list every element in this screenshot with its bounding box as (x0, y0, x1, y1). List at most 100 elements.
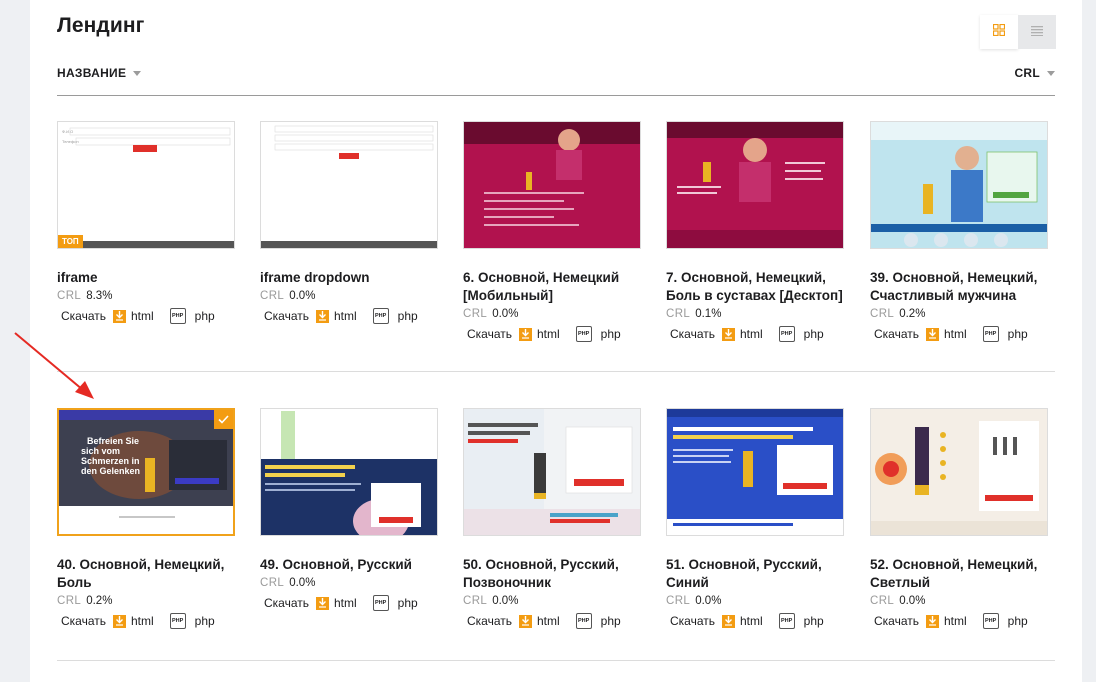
download-html-link[interactable]: html (740, 327, 763, 341)
download-label: Скачать (467, 614, 512, 628)
landing-card: 50. Основной, Русский, Позвоночник CRL 0.… (463, 408, 641, 630)
download-html-link[interactable]: html (334, 596, 357, 610)
download-label: Скачать (61, 614, 106, 628)
landing-name[interactable]: 51. Основной, Русский, Синий (666, 556, 844, 592)
landing-preview-image: Befreien Sie sich vom Schmerzen in den G… (59, 410, 233, 534)
landing-thumbnail[interactable]: Ф.И.О Телефон ТОП (57, 121, 235, 249)
download-php-link[interactable]: php (398, 596, 418, 610)
grid-view-button[interactable] (980, 15, 1018, 49)
download-php-link[interactable]: php (804, 327, 824, 341)
sort-by-crl[interactable]: CRL (1014, 66, 1055, 80)
landing-thumbnail[interactable]: Befreien Sie sich vom Schmerzen in den G… (57, 408, 235, 536)
crl-value: 0.0% (289, 577, 316, 589)
crl-label: CRL (463, 308, 488, 320)
download-php-link[interactable]: php (601, 614, 621, 628)
landing-card: 51. Основной, Русский, Синий CRL 0.0% Ска… (666, 408, 844, 630)
download-html-icon[interactable] (113, 309, 126, 323)
download-html-icon[interactable] (722, 327, 735, 341)
landing-name[interactable]: 39. Основной, Немецкий, Счастливый мужчи… (870, 269, 1048, 305)
landing-name[interactable]: 49. Основной, Русский (260, 556, 438, 574)
download-row: Скачать html PHP php (57, 307, 235, 325)
landing-preview-image (871, 409, 1047, 535)
landing-name[interactable]: 50. Основной, Русский, Позвоночник (463, 556, 641, 592)
php-file-icon[interactable]: PHP (778, 326, 795, 342)
landing-name[interactable]: iframe dropdown (260, 269, 438, 287)
crl-row: CRL 0.1% (666, 305, 844, 323)
landing-thumbnail[interactable] (463, 121, 641, 249)
landing-thumbnail[interactable] (666, 121, 844, 249)
download-html-link[interactable]: html (131, 309, 154, 323)
download-php-link[interactable]: php (1008, 327, 1028, 341)
landing-thumbnail[interactable] (260, 408, 438, 536)
download-php-link[interactable]: php (195, 309, 215, 323)
php-file-icon[interactable]: PHP (372, 595, 389, 611)
crl-label: CRL (870, 595, 895, 607)
landing-name[interactable]: 52. Основной, Немецкий, Светлый (870, 556, 1048, 592)
download-php-link[interactable]: php (195, 614, 215, 628)
crl-label: CRL (666, 595, 691, 607)
download-html-icon[interactable] (316, 309, 329, 323)
php-file-icon[interactable]: PHP (575, 326, 592, 342)
download-row: Скачать html PHP php (666, 325, 844, 343)
crl-label: CRL (260, 290, 285, 302)
download-html-link[interactable]: html (131, 614, 154, 628)
landing-name[interactable]: 7. Основной, Немецкий, Боль в суставах [… (666, 269, 844, 305)
landing-thumbnail[interactable] (463, 408, 641, 536)
landing-card: 52. Основной, Немецкий, Светлый CRL 0.0% … (870, 408, 1048, 630)
landing-preview-image (667, 122, 843, 248)
download-php-link[interactable]: php (804, 614, 824, 628)
download-html-link[interactable]: html (537, 614, 560, 628)
php-file-icon[interactable]: PHP (982, 326, 999, 342)
php-file-icon[interactable]: PHP (372, 308, 389, 324)
php-file-icon[interactable]: PHP (169, 613, 186, 629)
download-row: Скачать html PHP php (260, 307, 438, 325)
download-html-icon[interactable] (316, 596, 329, 610)
php-file-icon[interactable]: PHP (778, 613, 795, 629)
download-label: Скачать (874, 327, 919, 341)
download-html-icon[interactable] (926, 614, 939, 628)
download-html-icon[interactable] (722, 614, 735, 628)
row-divider (57, 660, 1055, 661)
list-view-button[interactable] (1018, 15, 1056, 49)
crl-value: 0.0% (492, 308, 519, 320)
download-html-icon[interactable] (926, 327, 939, 341)
download-html-link[interactable]: html (740, 614, 763, 628)
crl-row: CRL 0.0% (463, 305, 641, 323)
download-php-link[interactable]: php (398, 309, 418, 323)
landing-thumbnail[interactable] (666, 408, 844, 536)
crl-label: CRL (57, 595, 82, 607)
download-html-icon[interactable] (519, 327, 532, 341)
landing-thumbnail[interactable] (870, 121, 1048, 249)
download-row: Скачать html PHP php (463, 612, 641, 630)
sort-by-name[interactable]: НАЗВАНИЕ (57, 66, 142, 80)
download-html-icon[interactable] (519, 614, 532, 628)
crl-value: 0.0% (695, 595, 722, 607)
download-html-link[interactable]: html (944, 327, 967, 341)
download-html-link[interactable]: html (537, 327, 560, 341)
svg-text:Befreien Sie: Befreien Sie (87, 436, 139, 446)
landing-preview-image (464, 122, 640, 248)
download-row: Скачать html PHP php (260, 594, 438, 612)
landing-name[interactable]: iframe (57, 269, 235, 287)
landing-name[interactable]: 6. Основной, Немецкий [Мобильный] (463, 269, 641, 305)
download-php-link[interactable]: php (1008, 614, 1028, 628)
php-file-icon[interactable]: PHP (169, 308, 186, 324)
landing-thumbnail[interactable] (260, 121, 438, 249)
download-html-link[interactable]: html (334, 309, 357, 323)
crl-value: 0.0% (492, 595, 519, 607)
sort-crl-label: CRL (1014, 66, 1040, 80)
php-file-icon[interactable]: PHP (575, 613, 592, 629)
landing-preview-image (871, 122, 1047, 248)
crl-row: CRL 0.0% (463, 592, 641, 610)
crl-row: CRL 0.2% (57, 592, 235, 610)
landing-thumbnail[interactable] (870, 408, 1048, 536)
download-html-link[interactable]: html (944, 614, 967, 628)
landing-name[interactable]: 40. Основной, Немецкий, Боль (57, 556, 235, 592)
download-php-link[interactable]: php (601, 327, 621, 341)
crl-row: CRL 0.0% (260, 287, 438, 305)
download-html-icon[interactable] (113, 614, 126, 628)
download-label: Скачать (264, 309, 309, 323)
list-icon (1031, 23, 1043, 41)
landing-card: iframe dropdown CRL 0.0% Скачать html PHP… (260, 121, 438, 325)
php-file-icon[interactable]: PHP (982, 613, 999, 629)
